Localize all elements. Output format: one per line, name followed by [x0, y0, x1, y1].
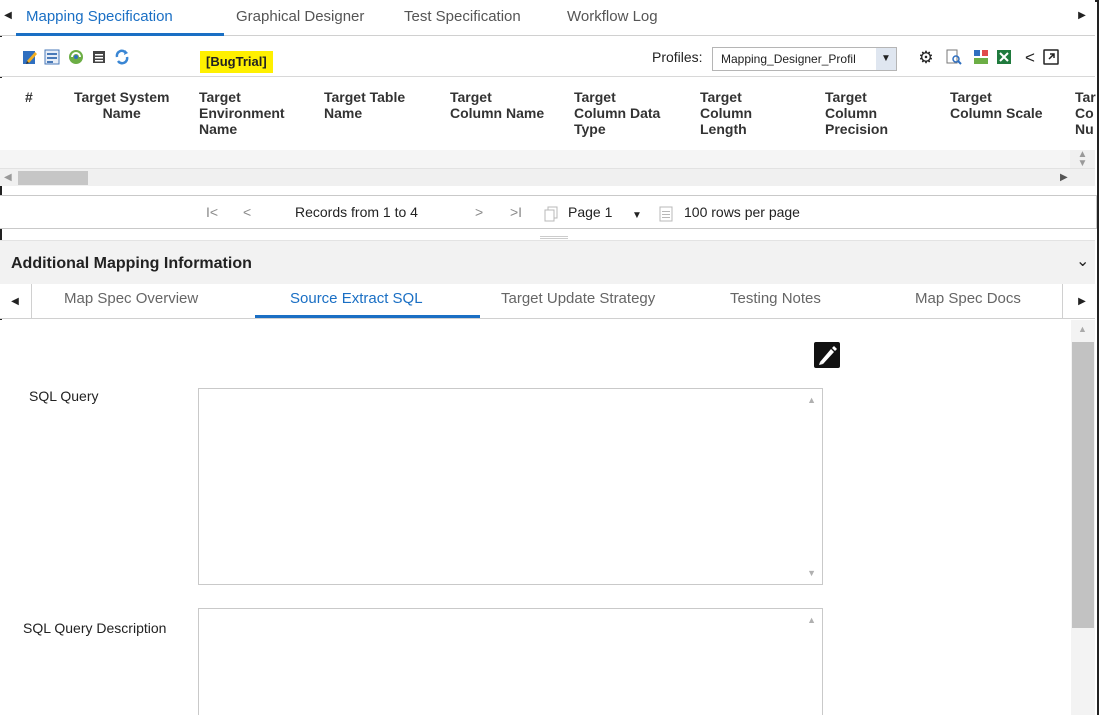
tab-mapping-specification[interactable]: Mapping Specification	[26, 8, 173, 25]
scroll-down-icon[interactable]: ▼	[807, 568, 816, 578]
divider	[1062, 284, 1063, 319]
copy-icon[interactable]	[544, 206, 558, 222]
records-range: Records from 1 to 4	[295, 204, 418, 220]
tab-workflow-log[interactable]: Workflow Log	[567, 8, 658, 25]
tab-target-update-strategy[interactable]: Target Update Strategy	[501, 290, 655, 307]
next-page-button[interactable]: >	[475, 204, 483, 220]
column-header-target-column-name[interactable]: Target Column Name	[450, 89, 544, 121]
tab-scroll-left-icon[interactable]: ◀	[1, 10, 15, 21]
sql-query-textarea[interactable]: ▲ ▼	[198, 388, 823, 585]
preview-search-icon[interactable]	[946, 49, 962, 65]
column-header-target-system-name[interactable]: Target System Name	[74, 89, 169, 121]
sub-tab-bar: ◀ Map Spec Overview Source Extract SQL T…	[0, 284, 1095, 319]
popout-icon[interactable]	[1043, 49, 1059, 65]
tab-testing-notes[interactable]: Testing Notes	[730, 290, 821, 307]
top-tab-bar: ◀ Mapping Specification Graphical Design…	[0, 0, 1095, 36]
panel-vertical-scrollbar[interactable]: ▲	[1071, 320, 1095, 715]
scroll-right-icon[interactable]: ▶	[1060, 172, 1068, 183]
sql-query-description-label: SQL Query Description	[23, 620, 167, 636]
active-subtab-indicator	[255, 315, 480, 318]
tab-test-specification[interactable]: Test Specification	[404, 8, 521, 25]
active-tab-indicator	[16, 33, 224, 36]
sql-query-label: SQL Query	[29, 388, 99, 404]
tab-map-spec-overview[interactable]: Map Spec Overview	[64, 290, 198, 307]
column-header-target-column-data-type[interactable]: Target Column Data Type	[574, 89, 660, 137]
tab-scroll-right-icon[interactable]: ▶	[1075, 10, 1089, 21]
grid-horizontal-scrollbar[interactable]: ◀ ▶	[0, 168, 1095, 186]
rows-per-page-icon[interactable]	[659, 206, 673, 222]
project-badge: [BugTrial]	[200, 51, 273, 73]
edit-sheet-icon[interactable]	[22, 49, 38, 65]
scroll-up-icon[interactable]: ▲	[807, 395, 816, 405]
tab-source-extract-sql[interactable]: Source Extract SQL	[290, 290, 423, 307]
settings-gear-icon[interactable]: ⚙	[916, 48, 936, 68]
collapse-chevron-icon[interactable]: ⌄	[1076, 251, 1089, 271]
section-title: Additional Mapping Information	[11, 255, 252, 272]
column-header-target-column-scale[interactable]: Target Column Scale	[950, 89, 1043, 121]
subtab-scroll-right-icon[interactable]: ▶	[1075, 296, 1089, 307]
tab-graphical-designer[interactable]: Graphical Designer	[236, 8, 364, 25]
source-extract-sql-panel: SQL Query ▲ ▼ SQL Query Description ▲	[0, 320, 1070, 715]
sync-icon[interactable]	[68, 49, 84, 65]
last-page-button[interactable]: >I	[510, 204, 522, 220]
column-header-target-column-number[interactable]: Tar Co Nu	[1075, 89, 1096, 137]
prev-page-button[interactable]: <	[243, 204, 251, 220]
pager: I< < Records from 1 to 4 > >I Page 1 ▼ 1…	[0, 195, 1097, 229]
tab-map-spec-docs[interactable]: Map Spec Docs	[915, 290, 1021, 307]
profile-select[interactable]: Mapping_Designer_Profil ▼	[712, 47, 897, 71]
subtab-scroll-left-icon[interactable]: ◀	[8, 296, 22, 307]
column-header-target-environment-name[interactable]: Target Environment Name	[199, 89, 285, 137]
page-indicator[interactable]: Page 1	[568, 204, 612, 220]
grid-vertical-scroll-icon[interactable]: ▲ ▼	[1070, 150, 1095, 170]
import-icon[interactable]	[44, 49, 60, 65]
refresh-icon[interactable]	[114, 49, 130, 65]
chevron-down-icon[interactable]: ▼	[876, 48, 896, 70]
sql-query-description-textarea[interactable]: ▲	[198, 608, 823, 715]
rows-per-page[interactable]: 100 rows per page	[684, 204, 800, 220]
additional-mapping-header[interactable]: Additional Mapping Information ⌄	[0, 240, 1095, 284]
profiles-label: Profiles:	[652, 49, 703, 65]
scroll-left-icon[interactable]: ◀	[4, 172, 12, 183]
scrollbar-thumb[interactable]	[18, 171, 88, 185]
grid-body	[0, 150, 1070, 168]
profile-select-value: Mapping_Designer_Profil	[721, 52, 856, 66]
column-header-target-column-length[interactable]: Target Column Length	[700, 89, 752, 137]
pane-splitter[interactable]	[540, 236, 568, 239]
toolbar: [BugTrial] Profiles: Mapping_Designer_Pr…	[0, 37, 1095, 77]
edit-pencil-icon[interactable]	[812, 340, 842, 370]
scroll-up-icon[interactable]: ▲	[1078, 324, 1087, 334]
column-header-target-table-name[interactable]: Target Table Name	[324, 89, 405, 121]
column-header-index[interactable]: #	[25, 89, 33, 105]
column-header-target-column-precision[interactable]: Target Column Precision	[825, 89, 888, 137]
grid-header: # Target System Name Target Environment Nam…	[0, 78, 1096, 150]
list-icon[interactable]	[91, 49, 107, 65]
divider	[31, 284, 32, 319]
excel-export-icon[interactable]	[996, 49, 1012, 65]
scroll-up-icon[interactable]: ▲	[807, 615, 816, 625]
etl-icon[interactable]	[973, 49, 989, 65]
first-page-button[interactable]: I<	[206, 204, 218, 220]
share-icon[interactable]: <	[1020, 48, 1040, 68]
scrollbar-thumb[interactable]	[1072, 342, 1094, 628]
page-dropdown-icon[interactable]: ▼	[632, 210, 642, 221]
